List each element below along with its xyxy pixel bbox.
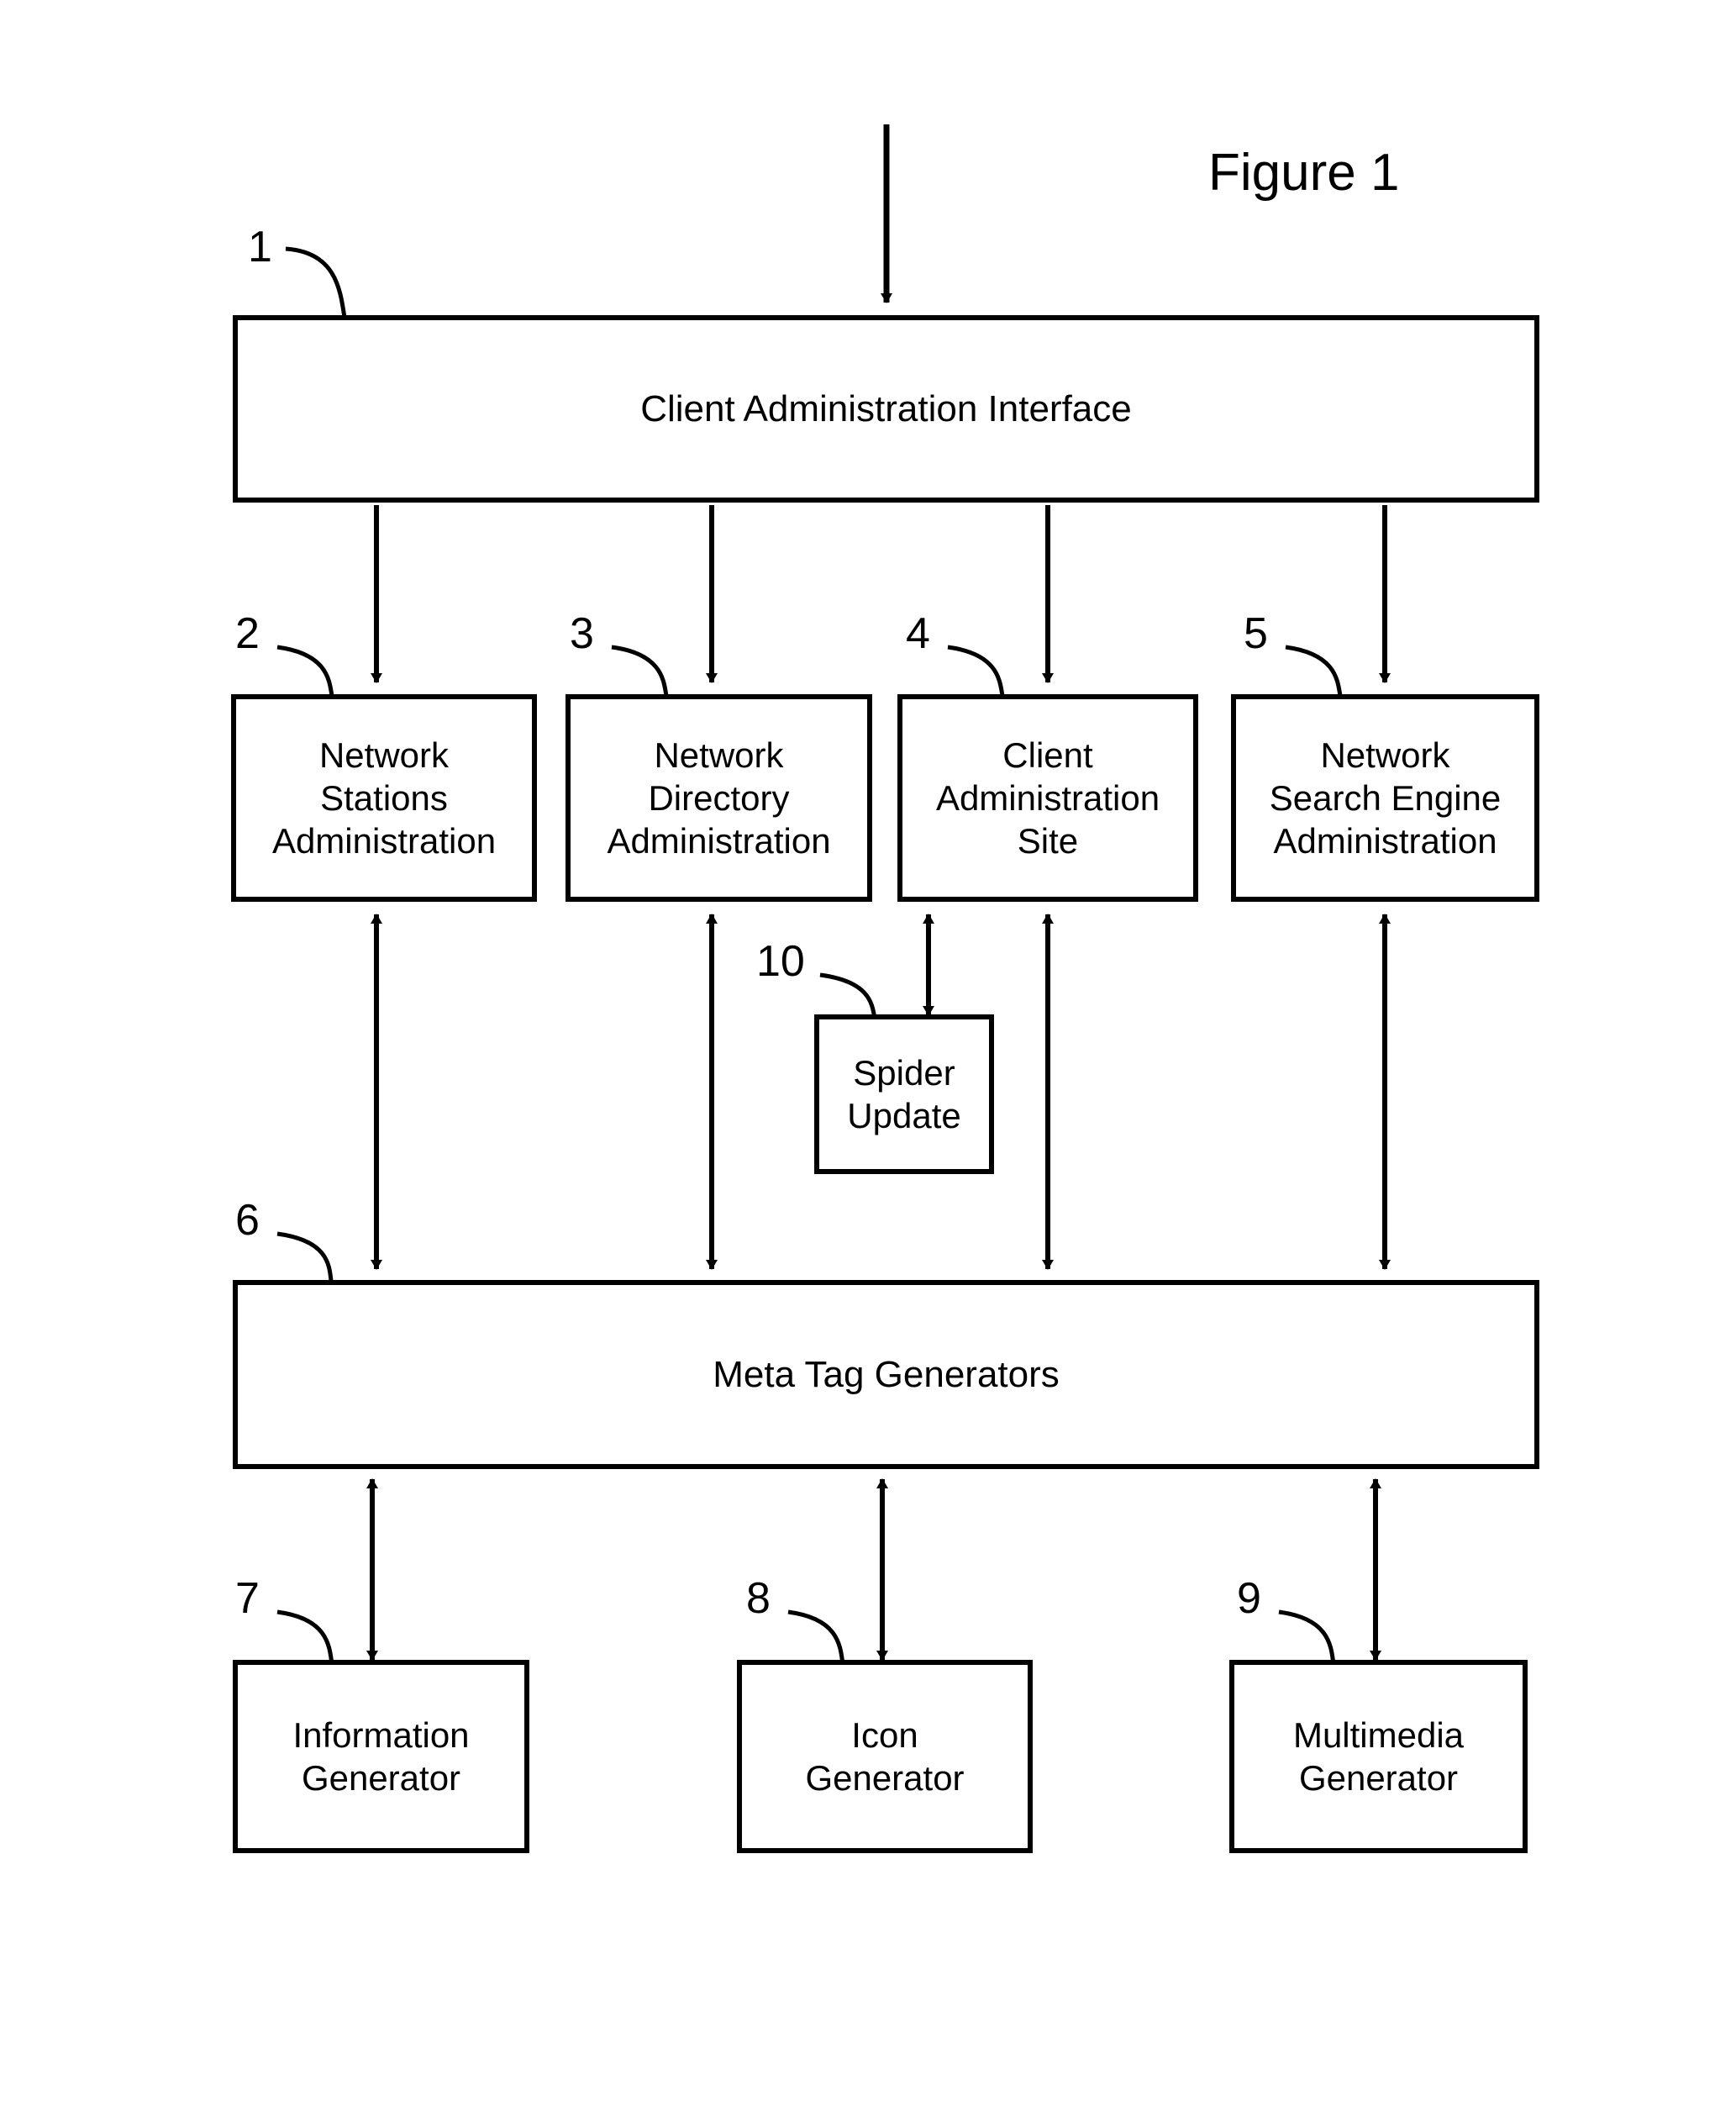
ref-numeral-3: 3 [570, 609, 594, 658]
ref-numeral-1: 1 [248, 223, 272, 271]
block-client-administration-site[interactable]: Client Administration Site [897, 694, 1198, 902]
block-icon-generator[interactable]: Icon Generator [737, 1660, 1033, 1853]
ref-numeral-10: 10 [756, 937, 805, 986]
ref-numeral-4: 4 [906, 609, 930, 658]
figure-canvas: Figure 1 1 2 3 4 5 10 6 7 8 9 Client Adm… [0, 0, 1736, 2112]
block-label-7: Information Generator [292, 1714, 470, 1798]
leader-line-10 [819, 972, 877, 1019]
block-label-6: Meta Tag Generators [713, 1353, 1060, 1395]
leader-line-9 [1278, 1609, 1336, 1665]
ref-numeral-6: 6 [235, 1196, 260, 1245]
block-client-administration-interface[interactable]: Client Administration Interface [233, 315, 1539, 503]
ref-numeral-5: 5 [1244, 609, 1268, 658]
block-label-8: Icon Generator [805, 1714, 965, 1798]
block-label-9: Multimedia Generator [1292, 1714, 1465, 1798]
block-network-search-engine-administration[interactable]: Network Search Engine Administration [1231, 694, 1539, 902]
ref-numeral-2: 2 [235, 609, 260, 658]
block-label-3: Network Directory Administration [607, 735, 831, 861]
block-meta-tag-generators[interactable]: Meta Tag Generators [233, 1280, 1539, 1469]
leader-line-4 [947, 645, 1005, 697]
block-label-10: Spider Update [847, 1052, 961, 1135]
block-information-generator[interactable]: Information Generator [233, 1660, 529, 1853]
ref-numeral-7: 7 [235, 1574, 260, 1623]
block-multimedia-generator[interactable]: Multimedia Generator [1229, 1660, 1528, 1853]
leader-line-5 [1285, 645, 1343, 697]
block-network-stations-administration[interactable]: Network Stations Administration [231, 694, 537, 902]
block-label-2: Network Stations Administration [271, 735, 497, 861]
block-network-directory-administration[interactable]: Network Directory Administration [566, 694, 872, 902]
ref-numeral-8: 8 [746, 1574, 771, 1623]
leader-line-2 [276, 645, 334, 697]
leader-line-1 [285, 246, 347, 319]
block-label-1: Client Administration Interface [640, 387, 1132, 429]
block-label-4: Client Administration Site [935, 735, 1160, 861]
figure-title: Figure 1 [1208, 144, 1400, 202]
block-label-5: Network Search Engine Administration [1269, 735, 1502, 861]
leader-line-8 [787, 1609, 845, 1665]
block-spider-update[interactable]: Spider Update [814, 1014, 994, 1174]
leader-line-7 [276, 1609, 334, 1665]
leader-line-3 [611, 645, 669, 697]
leader-line-6 [276, 1231, 334, 1282]
ref-numeral-9: 9 [1237, 1574, 1261, 1623]
